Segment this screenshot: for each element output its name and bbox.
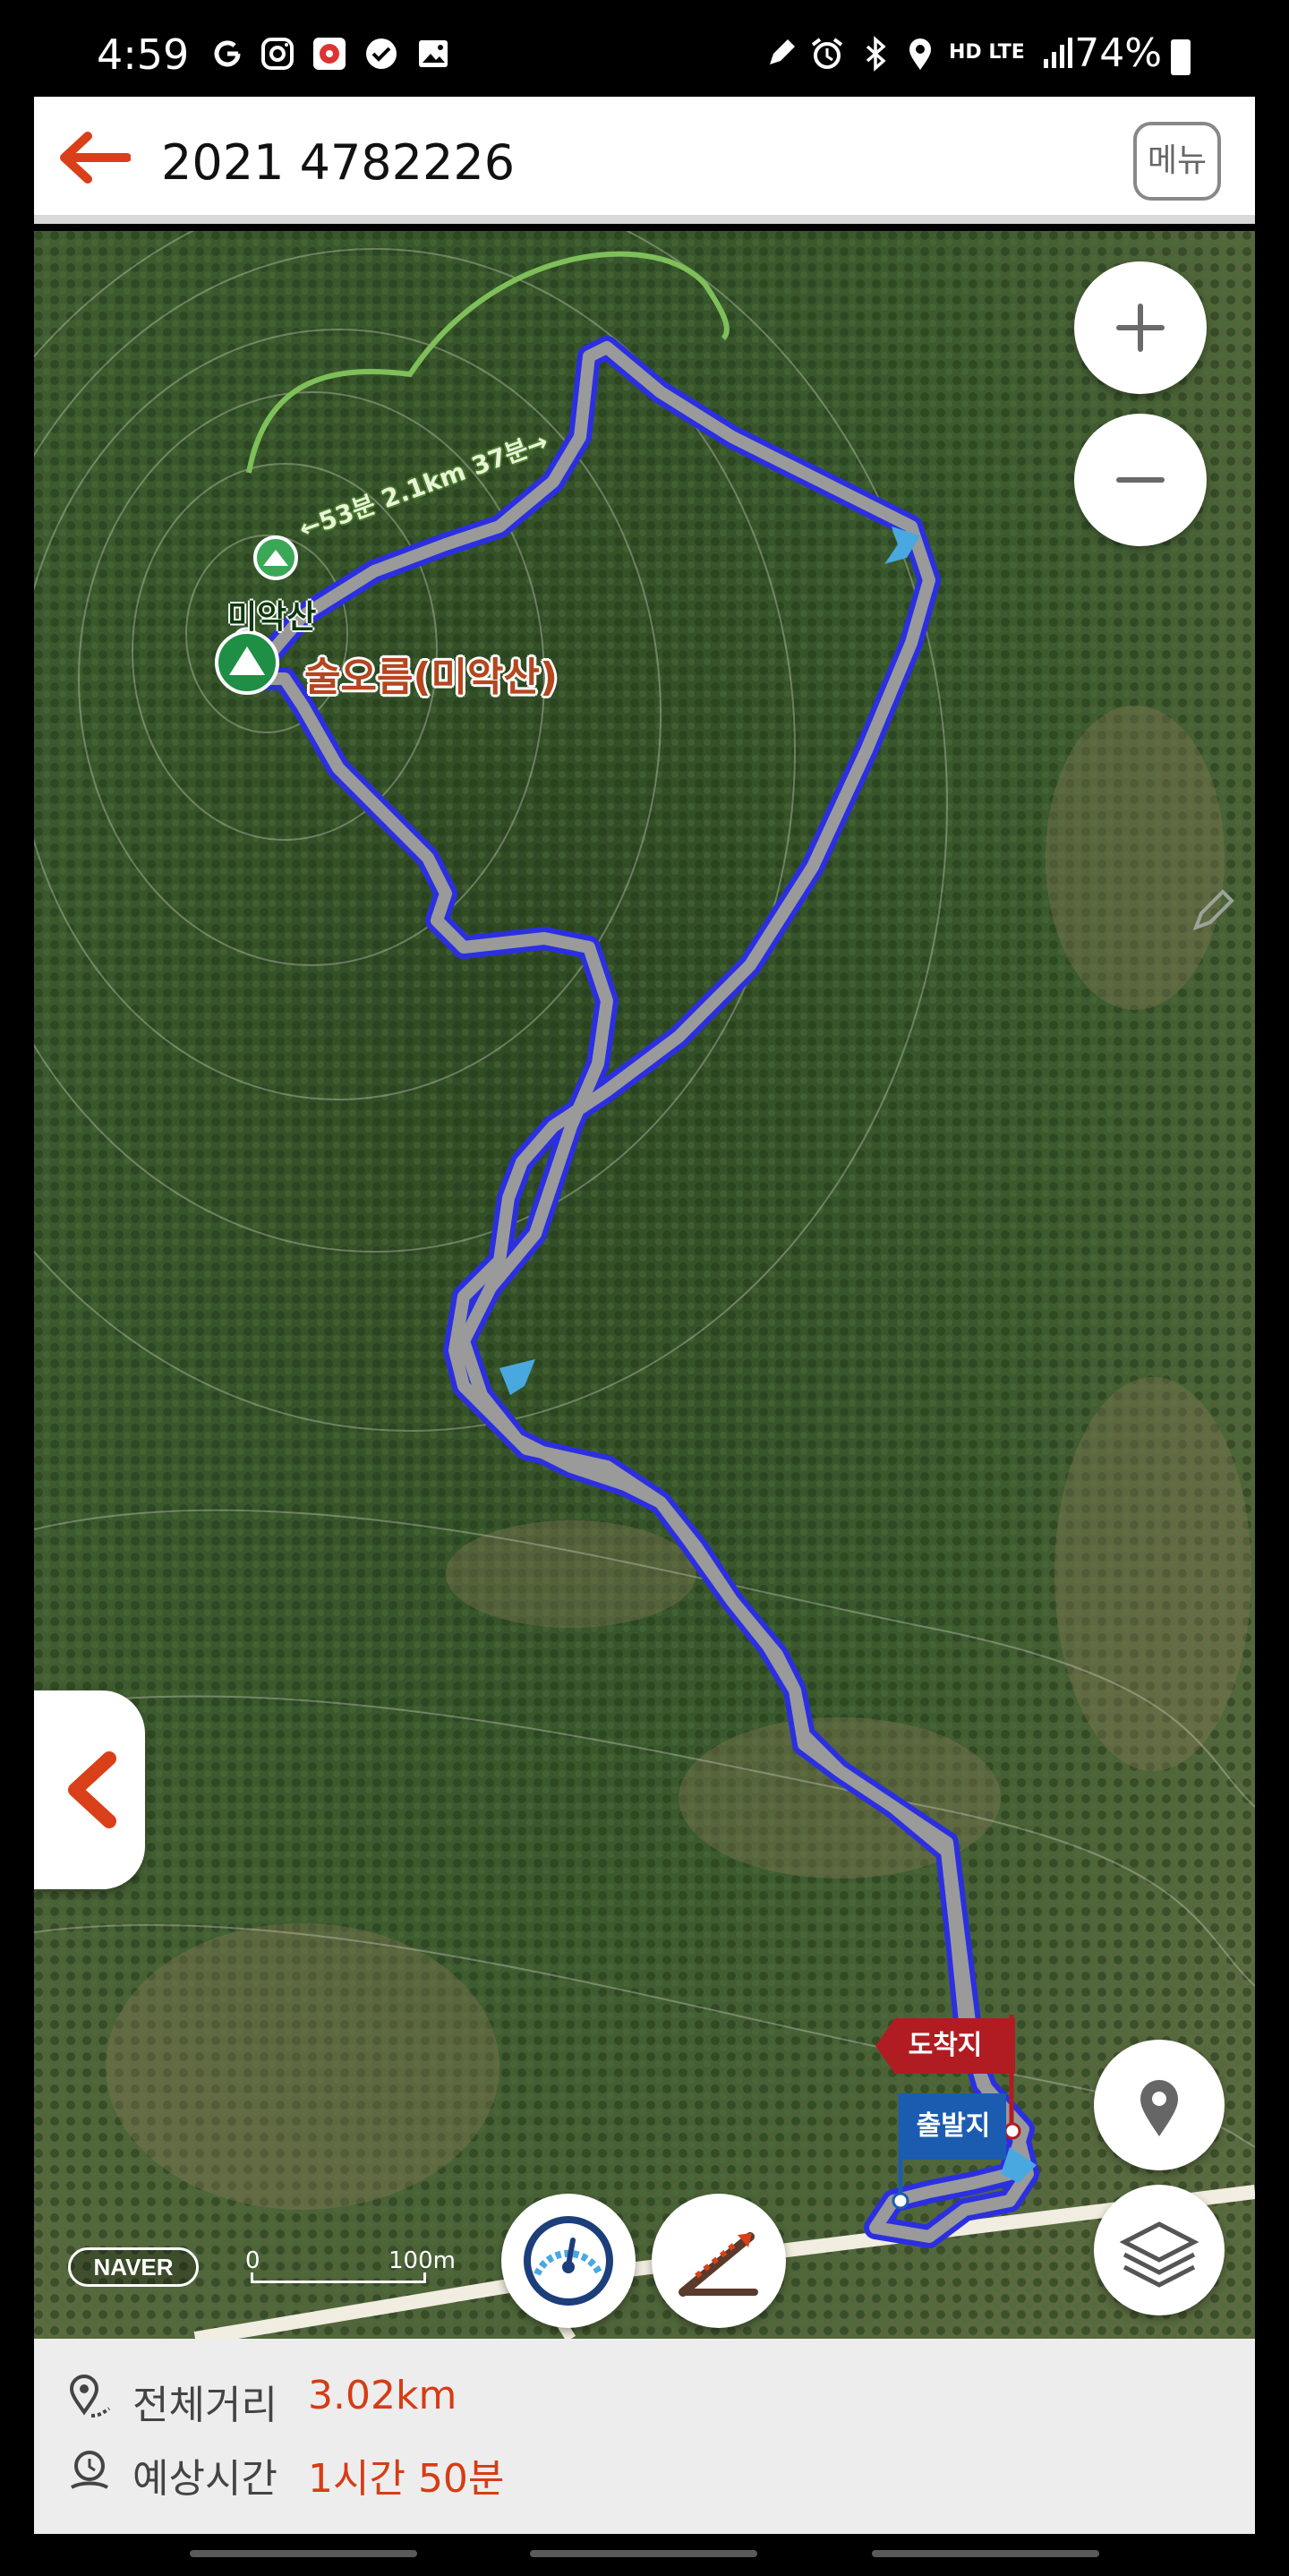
instagram-icon	[261, 38, 294, 70]
nav-recent-button[interactable]	[190, 2550, 417, 2557]
g-icon	[214, 40, 241, 67]
departure-flag[interactable]: 출발지	[901, 2093, 1006, 2160]
location-icon	[909, 39, 931, 70]
time-value: 1시간 50분	[308, 2456, 505, 2502]
edit-pencil-icon[interactable]	[1187, 883, 1241, 937]
status-bar: 4:59 HD LTE 74%	[34, 0, 1255, 97]
nav-back-button[interactable]	[872, 2550, 1099, 2557]
signal-icon	[1044, 38, 1072, 68]
zoom-in-button[interactable]	[1074, 261, 1207, 394]
peak-label[interactable]: 술오름(미악산)	[304, 645, 558, 702]
time-row: 예상시간 1시간 50분	[34, 2439, 1255, 2502]
time-label: 예상시간	[132, 2456, 277, 2502]
check-icon	[366, 39, 397, 69]
arrival-flag[interactable]: 도착지	[875, 2018, 1015, 2074]
scale-bar: 0 100m	[245, 2247, 496, 2290]
satellite-map	[34, 231, 1255, 2339]
my-location-button[interactable]	[1094, 2040, 1225, 2170]
pen-icon	[770, 39, 795, 64]
app-icon	[313, 38, 346, 70]
side-panel-toggle-button[interactable]	[34, 1690, 145, 1889]
image-icon	[419, 40, 448, 67]
nav-home-button[interactable]	[530, 2550, 757, 2557]
naver-logo: NAVER	[68, 2247, 199, 2287]
back-arrow-icon	[60, 132, 131, 184]
scale-value: 100m	[388, 2247, 456, 2274]
elevation-icon	[679, 2232, 758, 2297]
battery-percent: 74%	[1074, 30, 1162, 76]
speed-button[interactable]	[501, 2194, 636, 2328]
page-title: 2021 4782226	[161, 134, 516, 191]
time-icon	[70, 2451, 109, 2489]
minus-icon	[1116, 477, 1165, 483]
status-time: 4:59	[97, 30, 190, 79]
location-pin-icon	[1140, 2080, 1178, 2136]
peak-label-small: 미악산	[227, 599, 317, 636]
distance-label: 전체거리	[132, 2383, 277, 2428]
layers-icon	[1119, 2221, 1199, 2288]
menu-button[interactable]: 메뉴	[1133, 122, 1221, 201]
alarm-icon	[811, 38, 843, 69]
battery-icon	[1171, 39, 1191, 75]
scale-zero: 0	[245, 2247, 260, 2274]
plus-icon	[1116, 304, 1165, 352]
distance-pin-icon	[69, 2375, 111, 2418]
map-layers-button[interactable]	[1094, 2185, 1225, 2315]
zoom-out-button[interactable]	[1074, 414, 1207, 546]
speedometer-icon	[524, 2216, 613, 2306]
elevation-button[interactable]	[652, 2194, 786, 2328]
route-info-panel: 전체거리 3.02km 예상시간 1시간 50분	[34, 2339, 1255, 2534]
distance-value: 3.02km	[308, 2373, 457, 2418]
screen: 4:59 HD LTE 74% 2021 4782226 메뉴 ←53분 2.1…	[0, 0, 1289, 2576]
map-view[interactable]: ←53분 2.1km 37분→ 미악산 술오름(미악산) 도착지 출발지 NAV…	[34, 231, 1255, 2339]
scale-line	[251, 2272, 426, 2283]
bluetooth-icon	[866, 36, 886, 72]
network-type: HD LTE	[949, 41, 1025, 64]
distance-row: 전체거리 3.02km	[34, 2366, 1255, 2428]
app-header: 2021 4782226 메뉴	[34, 97, 1255, 224]
chevron-left-icon	[68, 1751, 116, 1828]
back-button[interactable]	[55, 131, 131, 184]
system-nav-bar	[0, 2534, 1289, 2576]
